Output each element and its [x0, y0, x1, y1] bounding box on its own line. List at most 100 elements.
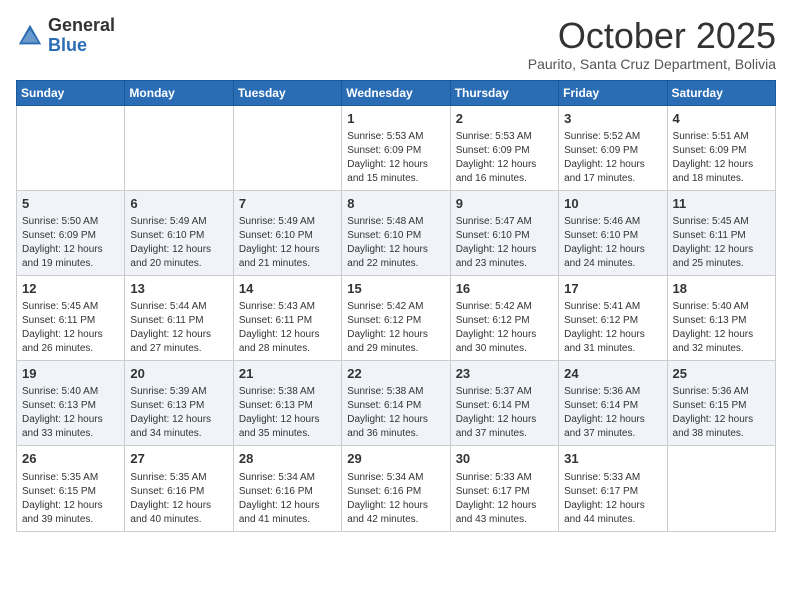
day-number: 31 [564, 450, 661, 468]
calendar-cell: 9Sunrise: 5:47 AMSunset: 6:10 PMDaylight… [450, 190, 558, 275]
cell-content-line: Daylight: 12 hours [564, 243, 661, 257]
cell-content-line: Sunrise: 5:34 AM [347, 471, 444, 485]
day-number: 10 [564, 195, 661, 213]
calendar-cell: 2Sunrise: 5:53 AMSunset: 6:09 PMDaylight… [450, 105, 558, 190]
calendar-cell: 14Sunrise: 5:43 AMSunset: 6:11 PMDayligh… [233, 275, 341, 360]
cell-content-line: Sunrise: 5:33 AM [456, 471, 553, 485]
calendar-cell: 19Sunrise: 5:40 AMSunset: 6:13 PMDayligh… [17, 361, 125, 446]
cell-content-line: Sunrise: 5:51 AM [673, 130, 770, 144]
calendar-week-1: 1Sunrise: 5:53 AMSunset: 6:09 PMDaylight… [17, 105, 776, 190]
cell-content-line: Daylight: 12 hours [130, 328, 227, 342]
cell-content-line: and 16 minutes. [456, 172, 553, 186]
cell-content-line: Sunset: 6:17 PM [456, 485, 553, 499]
calendar-cell: 20Sunrise: 5:39 AMSunset: 6:13 PMDayligh… [125, 361, 233, 446]
calendar-cell: 21Sunrise: 5:38 AMSunset: 6:13 PMDayligh… [233, 361, 341, 446]
cell-content-line: Sunrise: 5:40 AM [673, 300, 770, 314]
logo-icon [16, 22, 44, 50]
cell-content-line: Daylight: 12 hours [239, 328, 336, 342]
col-saturday: Saturday [667, 80, 775, 105]
day-number: 1 [347, 110, 444, 128]
cell-content-line: and 19 minutes. [22, 257, 119, 271]
cell-content-line: Daylight: 12 hours [564, 158, 661, 172]
day-number: 7 [239, 195, 336, 213]
calendar-cell: 15Sunrise: 5:42 AMSunset: 6:12 PMDayligh… [342, 275, 450, 360]
logo: General Blue [16, 16, 115, 56]
page-header: General Blue October 2025 Paurito, Santa… [16, 16, 776, 72]
cell-content-line: Daylight: 12 hours [347, 499, 444, 513]
cell-content-line: Sunset: 6:09 PM [347, 144, 444, 158]
cell-content-line: Sunset: 6:09 PM [673, 144, 770, 158]
cell-content-line: Sunrise: 5:38 AM [239, 385, 336, 399]
cell-content-line: and 30 minutes. [456, 342, 553, 356]
cell-content-line: and 25 minutes. [673, 257, 770, 271]
day-number: 28 [239, 450, 336, 468]
cell-content-line: Sunrise: 5:50 AM [22, 215, 119, 229]
calendar-cell [17, 105, 125, 190]
cell-content-line: and 18 minutes. [673, 172, 770, 186]
cell-content-line: Sunset: 6:12 PM [347, 314, 444, 328]
cell-content-line: and 44 minutes. [564, 513, 661, 527]
title-block: October 2025 Paurito, Santa Cruz Departm… [528, 16, 776, 72]
day-number: 13 [130, 280, 227, 298]
calendar-cell: 17Sunrise: 5:41 AMSunset: 6:12 PMDayligh… [559, 275, 667, 360]
day-number: 17 [564, 280, 661, 298]
cell-content-line: and 38 minutes. [673, 427, 770, 441]
day-number: 30 [456, 450, 553, 468]
col-thursday: Thursday [450, 80, 558, 105]
day-number: 23 [456, 365, 553, 383]
cell-content-line: Daylight: 12 hours [456, 158, 553, 172]
cell-content-line: Sunrise: 5:45 AM [673, 215, 770, 229]
cell-content-line: and 24 minutes. [564, 257, 661, 271]
cell-content-line: Sunrise: 5:38 AM [347, 385, 444, 399]
cell-content-line: and 43 minutes. [456, 513, 553, 527]
cell-content-line: Sunset: 6:16 PM [239, 485, 336, 499]
calendar-cell: 23Sunrise: 5:37 AMSunset: 6:14 PMDayligh… [450, 361, 558, 446]
cell-content-line: Sunset: 6:11 PM [673, 229, 770, 243]
cell-content-line: Sunrise: 5:44 AM [130, 300, 227, 314]
cell-content-line: and 31 minutes. [564, 342, 661, 356]
cell-content-line: Sunset: 6:14 PM [347, 399, 444, 413]
day-number: 6 [130, 195, 227, 213]
cell-content-line: Daylight: 12 hours [130, 499, 227, 513]
calendar-cell: 30 Sunrise: 5:33 AMSunset: 6:17 PMDayligh… [450, 446, 558, 531]
cell-content-line: and 33 minutes. [22, 427, 119, 441]
cell-content-line: Daylight: 12 hours [347, 413, 444, 427]
cell-content-line: and 32 minutes. [673, 342, 770, 356]
cell-content-line: Daylight: 12 hours [456, 499, 553, 513]
cell-content-line: Daylight: 12 hours [456, 328, 553, 342]
calendar-cell: 3Sunrise: 5:52 AMSunset: 6:09 PMDaylight… [559, 105, 667, 190]
cell-content-line: Sunrise: 5:53 AM [347, 130, 444, 144]
col-wednesday: Wednesday [342, 80, 450, 105]
cell-content-line: Sunset: 6:10 PM [130, 229, 227, 243]
cell-content-line: Daylight: 12 hours [564, 328, 661, 342]
cell-content-line: Sunset: 6:16 PM [130, 485, 227, 499]
calendar-cell: 5Sunrise: 5:50 AMSunset: 6:09 PMDaylight… [17, 190, 125, 275]
cell-content-line: Sunset: 6:10 PM [564, 229, 661, 243]
location: Paurito, Santa Cruz Department, Bolivia [528, 56, 776, 72]
cell-content-line: Daylight: 12 hours [22, 328, 119, 342]
cell-content-line: Sunset: 6:13 PM [22, 399, 119, 413]
cell-content-line: Daylight: 12 hours [456, 243, 553, 257]
cell-content-line: Daylight: 12 hours [22, 499, 119, 513]
cell-content-line: Daylight: 12 hours [347, 243, 444, 257]
cell-content-line: Sunrise: 5:33 AM [564, 471, 661, 485]
cell-content-line: Sunrise: 5:46 AM [564, 215, 661, 229]
cell-content-line: Daylight: 12 hours [347, 158, 444, 172]
day-number: 19 [22, 365, 119, 383]
calendar-cell: 25Sunrise: 5:36 AMSunset: 6:15 PMDayligh… [667, 361, 775, 446]
cell-content-line: Sunrise: 5:41 AM [564, 300, 661, 314]
cell-content-line: Sunset: 6:14 PM [564, 399, 661, 413]
cell-content-line: Sunset: 6:09 PM [22, 229, 119, 243]
cell-content-line: Sunset: 6:13 PM [673, 314, 770, 328]
logo-text: General Blue [48, 16, 115, 56]
month-title: October 2025 [528, 16, 776, 56]
cell-content-line: and 22 minutes. [347, 257, 444, 271]
cell-content-line: and 26 minutes. [22, 342, 119, 356]
cell-content-line: Sunrise: 5:35 AM [130, 471, 227, 485]
cell-content-line: Sunrise: 5:37 AM [456, 385, 553, 399]
cell-content-line: Sunset: 6:12 PM [456, 314, 553, 328]
day-number: 11 [673, 195, 770, 213]
cell-content-line: and 36 minutes. [347, 427, 444, 441]
cell-content-line: and 17 minutes. [564, 172, 661, 186]
cell-content-line: Daylight: 12 hours [456, 413, 553, 427]
